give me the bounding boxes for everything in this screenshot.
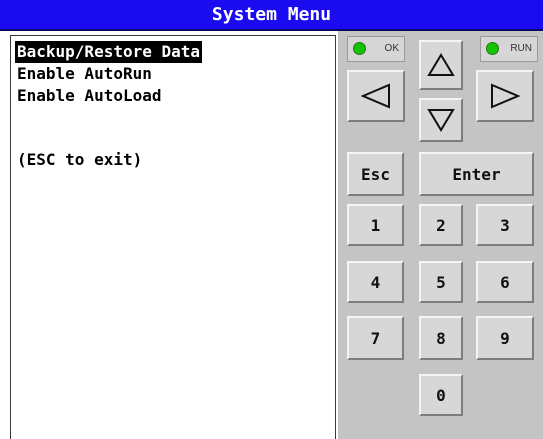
digit-9-button[interactable]: 9 xyxy=(476,316,534,360)
right-arrow-button[interactable] xyxy=(476,70,534,122)
menu-item-enable-autorun[interactable]: Enable AutoRun xyxy=(15,63,154,85)
digit-6-button[interactable]: 6 xyxy=(476,261,534,303)
down-arrow-button[interactable] xyxy=(419,98,463,142)
left-arrow-button[interactable] xyxy=(347,70,405,122)
ok-indicator: OK xyxy=(347,36,405,62)
window-title: System Menu xyxy=(0,0,543,31)
digit-2-button[interactable]: 2 xyxy=(419,204,463,246)
up-arrow-icon xyxy=(427,53,455,76)
enter-button[interactable]: Enter xyxy=(419,152,534,196)
right-arrow-icon xyxy=(491,83,520,109)
digit-4-button[interactable]: 4 xyxy=(347,261,404,303)
left-arrow-icon xyxy=(361,83,390,109)
digit-1-button[interactable]: 1 xyxy=(347,204,404,246)
down-arrow-icon xyxy=(427,109,455,132)
ok-indicator-label: OK xyxy=(384,43,399,54)
digit-0-button[interactable]: 0 xyxy=(419,374,463,416)
up-arrow-button[interactable] xyxy=(419,40,463,90)
run-indicator: RUN xyxy=(480,36,538,62)
run-led-icon xyxy=(486,42,499,55)
menu-item-enable-autoload[interactable]: Enable AutoLoad xyxy=(15,85,164,107)
digit-8-button[interactable]: 8 xyxy=(419,316,463,360)
esc-hint-text: (ESC to exit) xyxy=(17,150,143,169)
menu-item-backup-restore[interactable]: Backup/Restore Data xyxy=(15,41,203,63)
menu-screen: Backup/Restore Data Enable AutoRun Enabl… xyxy=(10,35,336,439)
digit-3-button[interactable]: 3 xyxy=(476,204,534,246)
ok-led-icon xyxy=(353,42,366,55)
digit-7-button[interactable]: 7 xyxy=(347,316,404,360)
keypad-panel: OK RUN Esc Enter 1 2 3 4 5 6 7 8 9 0 xyxy=(338,31,543,439)
digit-5-button[interactable]: 5 xyxy=(419,261,463,303)
esc-button[interactable]: Esc xyxy=(347,152,404,196)
run-indicator-label: RUN xyxy=(510,43,532,54)
